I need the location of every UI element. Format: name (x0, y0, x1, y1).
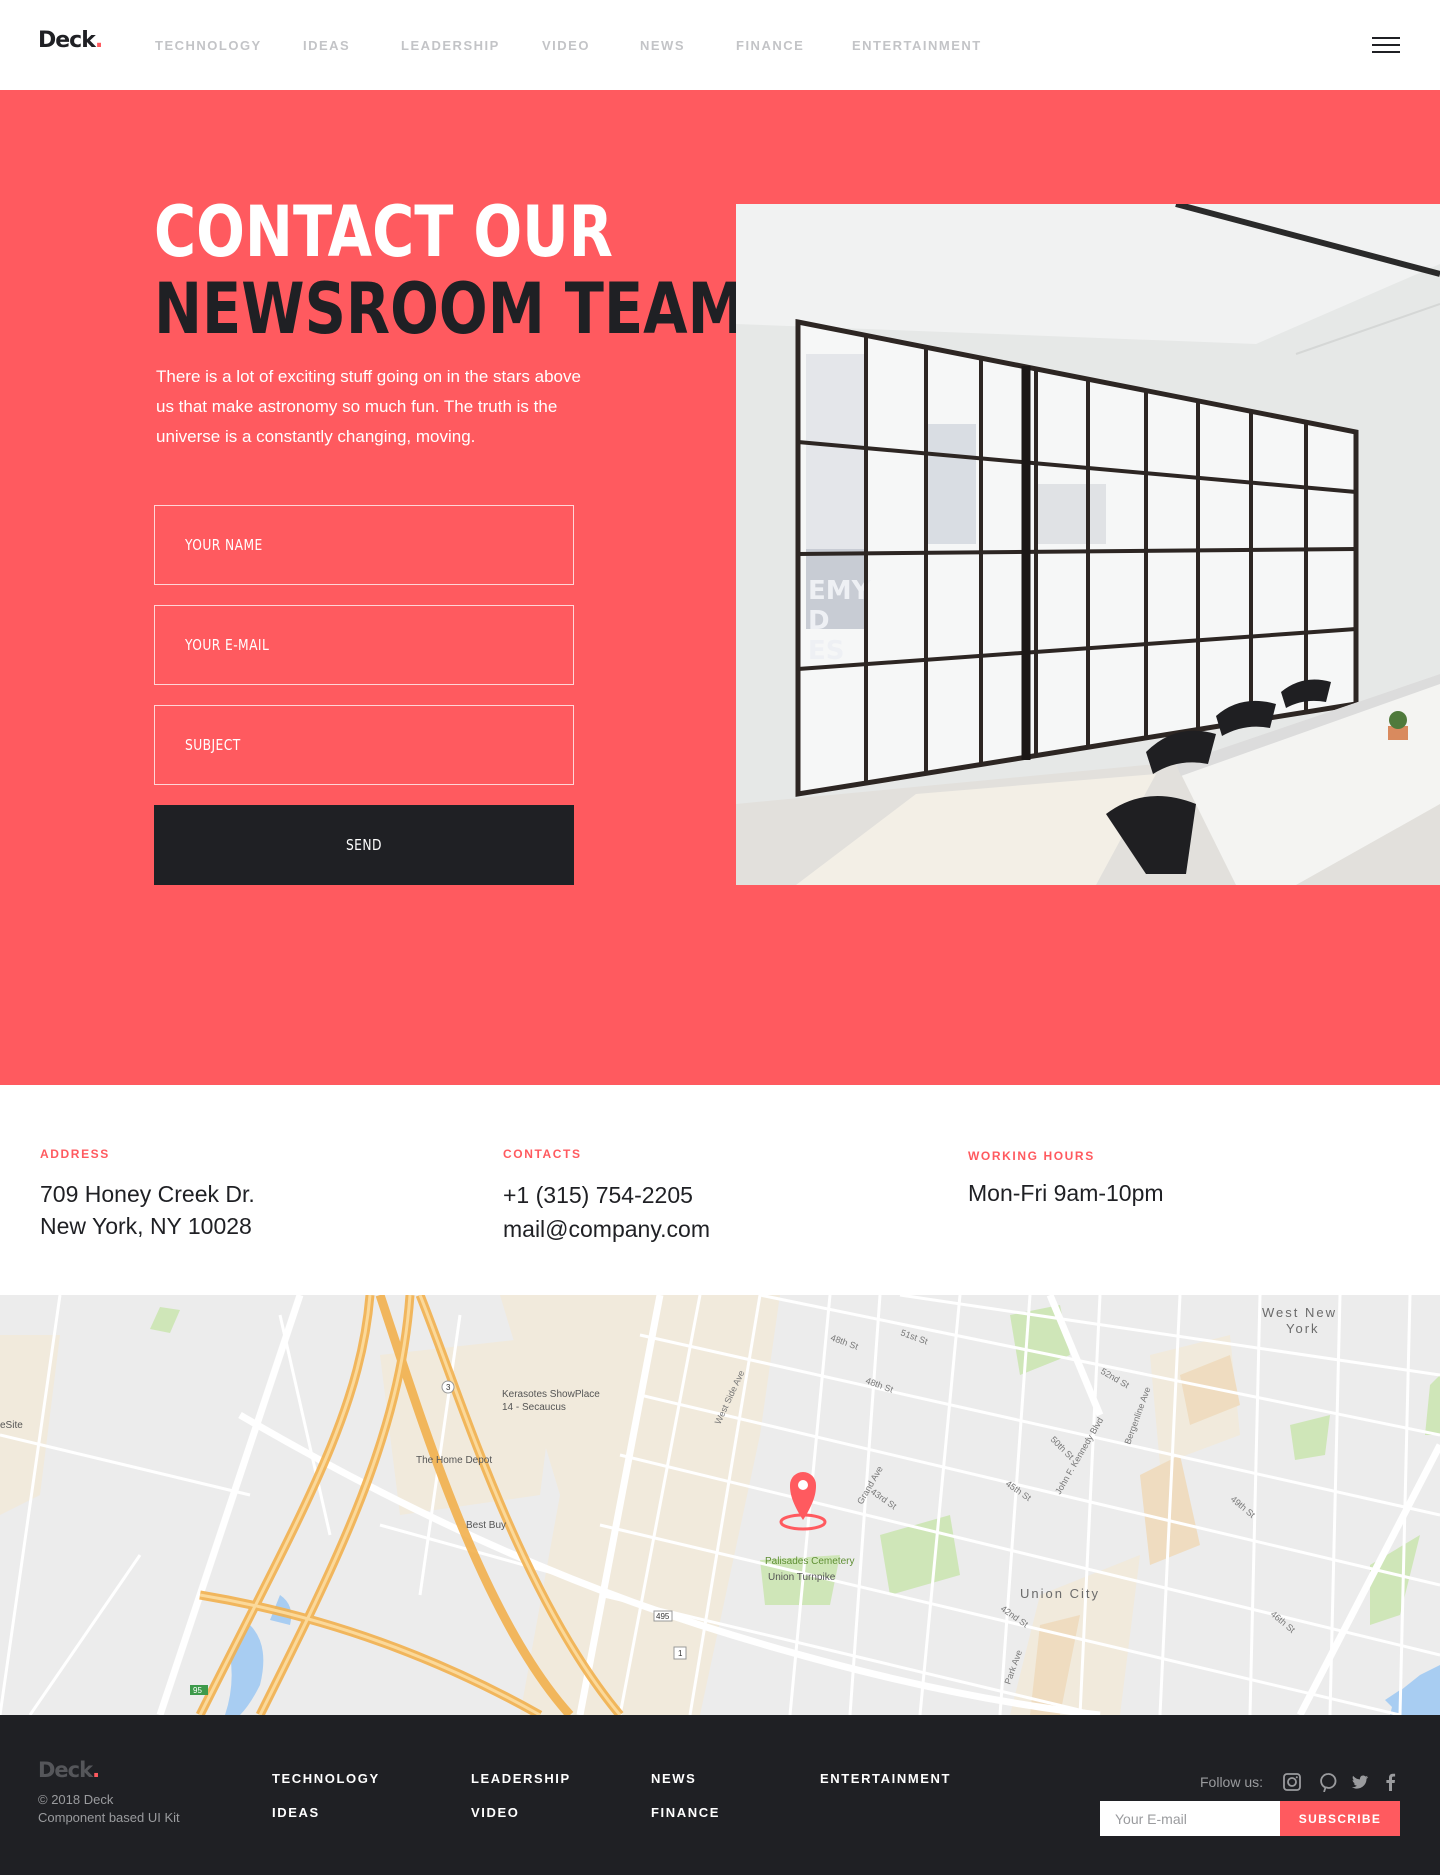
pinterest-icon[interactable] (1318, 1772, 1338, 1792)
hours-label: WORKING HOURS (968, 1149, 1095, 1163)
twitter-icon[interactable] (1350, 1772, 1370, 1792)
nav-item-video[interactable]: VIDEO (542, 38, 590, 53)
nav-item-leadership[interactable]: LEADERSHIP (401, 38, 500, 53)
contacts-label: CONTACTS (503, 1147, 582, 1161)
email-link[interactable]: mail@company.com (503, 1212, 710, 1246)
phone-link[interactable]: +1 (315) 754-2205 (503, 1178, 710, 1212)
map-label-48th: 48th St (829, 1332, 860, 1351)
contacts-value: +1 (315) 754-2205 mail@company.com (503, 1178, 710, 1246)
map-canvas[interactable]: West New York Union City Kerasotes ShowP… (0, 1295, 1440, 1715)
map-label-kerasotes: Kerasotes ShowPlace (502, 1389, 600, 1400)
footer-link-leadership[interactable]: LEADERSHIP (471, 1771, 571, 1786)
page-title: CONTACT OUR NEWSROOM TEAM (154, 194, 745, 348)
svg-text:EMY: EMY (808, 576, 872, 606)
hero-description: There is a lot of exciting stuff going o… (156, 367, 581, 446)
hours-block: WORKING HOURS Mon-Fri 9am-10pm (968, 1149, 1164, 1209)
name-field[interactable]: YOUR NAME (154, 505, 574, 585)
map-shield-3: 3 (446, 1383, 451, 1392)
email-field[interactable]: YOUR E-MAIL (154, 605, 574, 685)
map-label-bergenline: Bergenline Ave (1122, 1386, 1152, 1446)
address-line-2: New York, NY 10028 (40, 1213, 252, 1239)
subscribe-button[interactable]: SUBSCRIBE (1280, 1801, 1400, 1836)
title-line-2: NEWSROOM TEAM (154, 268, 745, 350)
footer-logo[interactable]: Deck. (38, 1758, 100, 1782)
map-label-union-tpke: Union Turnpike (768, 1572, 836, 1583)
nav-item-entertainment[interactable]: ENTERTAINMENT (852, 38, 982, 53)
map-label-43rd: 43rd St (869, 1486, 899, 1511)
hours-value: Mon-Fri 9am-10pm (968, 1180, 1164, 1206)
instagram-icon[interactable] (1282, 1772, 1302, 1792)
map-label-palisades: Palisades Cemetery (765, 1556, 854, 1567)
nav-item-finance[interactable]: FINANCE (736, 38, 804, 53)
svg-text:D: D (808, 606, 830, 636)
email-placeholder: YOUR E-MAIL (185, 636, 270, 654)
nav-item-technology[interactable]: TECHNOLOGY (155, 38, 262, 53)
map-shield-495: 495 (656, 1612, 670, 1621)
subject-placeholder: SUBJECT (185, 736, 241, 754)
contacts-block: CONTACTS +1 (315) 754-2205 mail@company.… (503, 1147, 710, 1246)
office-photo: EMY D ES (736, 204, 1440, 885)
address-value: 709 Honey Creek Dr. New York, NY 10028 (40, 1178, 255, 1242)
map-label-kerasotes-2: 14 - Secaucus (502, 1402, 566, 1413)
footer-link-technology[interactable]: TECHNOLOGY (272, 1771, 380, 1786)
send-button[interactable]: SEND (154, 805, 574, 885)
name-placeholder: YOUR NAME (185, 536, 263, 554)
hamburger-icon[interactable] (1372, 37, 1400, 55)
map-shield-95: 95 (193, 1686, 202, 1695)
map-label-46th: 46th St (1269, 1609, 1298, 1635)
facebook-icon[interactable] (1381, 1772, 1401, 1792)
nav-item-ideas[interactable]: IDEAS (303, 38, 350, 53)
map-label-kennedy: John F. Kennedy Blvd (1053, 1416, 1105, 1496)
subject-field[interactable]: SUBJECT (154, 705, 574, 785)
footer-link-news[interactable]: NEWS (651, 1771, 696, 1786)
map-label-45th: 45th St (1004, 1478, 1034, 1503)
site-footer: Deck. © 2018 Deck Component based UI Kit… (0, 1715, 1440, 1875)
map-pin-icon[interactable] (779, 1472, 827, 1531)
nav-item-news[interactable]: NEWS (640, 38, 685, 53)
newsletter-email-input[interactable] (1100, 1801, 1280, 1836)
address-line-1: 709 Honey Creek Dr. (40, 1181, 255, 1207)
footer-copyright: © 2018 Deck Component based UI Kit (38, 1792, 180, 1825)
map-label-49th: 49th St (1229, 1494, 1258, 1520)
location-map[interactable]: West New York Union City Kerasotes ShowP… (0, 1295, 1440, 1715)
map-label-best-buy: Best Buy (466, 1520, 506, 1531)
contact-hero: CONTACT OUR NEWSROOM TEAM There is a lot… (0, 90, 1440, 1085)
follow-label: Follow us: (1200, 1774, 1264, 1790)
footer-link-entertainment[interactable]: ENTERTAINMENT (820, 1771, 951, 1786)
title-line-1: CONTACT OUR (154, 191, 613, 273)
site-header: Deck. TECHNOLOGY IDEAS LEADERSHIP VIDEO … (0, 0, 1440, 90)
map-label-home-depot: The Home Depot (416, 1455, 492, 1466)
map-label-42nd: 42nd St (999, 1603, 1031, 1629)
svg-text:ES: ES (808, 636, 845, 666)
footer-link-video[interactable]: VIDEO (471, 1805, 519, 1820)
map-label-west-new-york-2: York (1286, 1321, 1320, 1336)
map-label-west-new-york: West New (1262, 1305, 1337, 1320)
map-label-48th-b: 48th St (864, 1375, 895, 1394)
office-photo-illustration: EMY D ES (736, 204, 1440, 885)
address-label: ADDRESS (40, 1147, 110, 1161)
map-label-union-city: Union City (1020, 1586, 1100, 1601)
logo[interactable]: Deck. (38, 28, 103, 53)
map-shield-1: 1 (678, 1649, 683, 1658)
map-label-site: eSite (0, 1420, 23, 1431)
address-block: ADDRESS 709 Honey Creek Dr. New York, NY… (40, 1147, 255, 1242)
footer-link-ideas[interactable]: IDEAS (272, 1805, 320, 1820)
footer-link-finance[interactable]: FINANCE (651, 1805, 720, 1820)
